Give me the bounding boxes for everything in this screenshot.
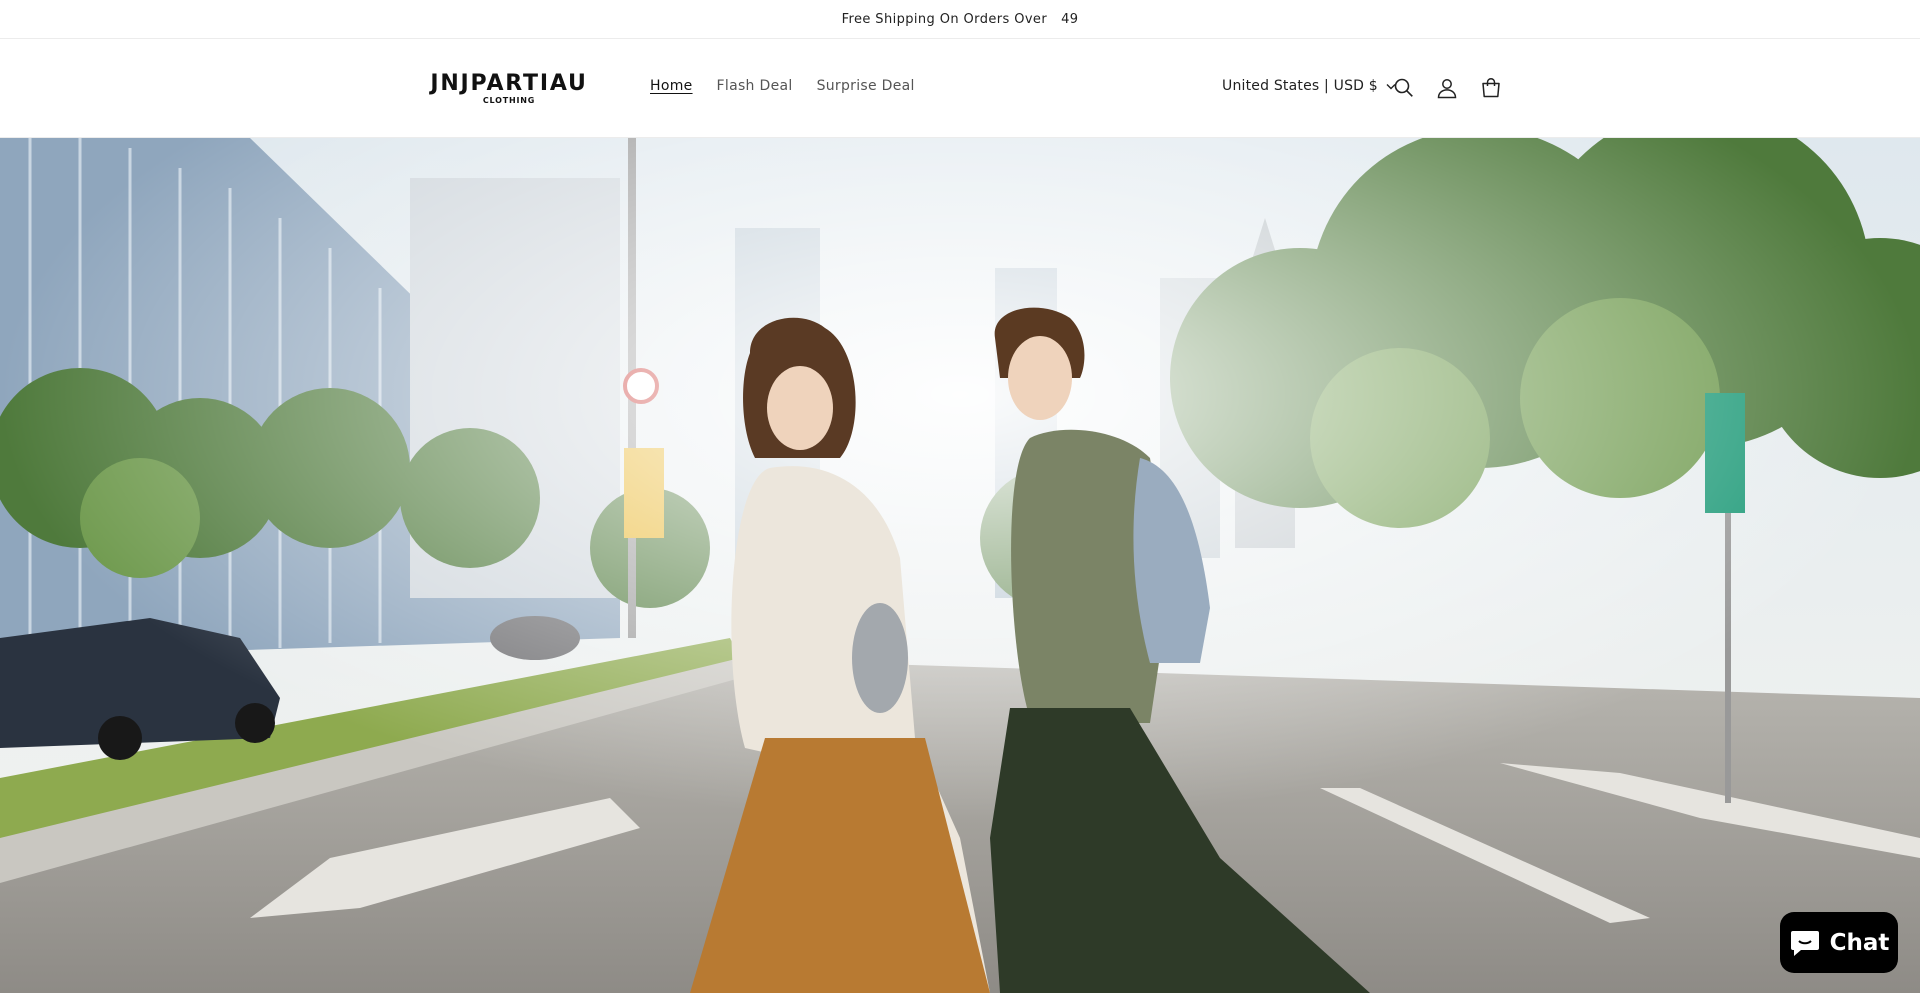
announcement-text: Free Shipping On Orders Over <box>841 11 1048 27</box>
announcement-bar: Free Shipping On Orders Over 49 <box>0 0 1920 39</box>
site-header: JNJPARTIAU CLOTHING Home Flash Deal Surp… <box>0 39 1920 138</box>
chat-button[interactable]: Chat <box>1780 912 1898 973</box>
logo-text: JNJPARTIAU <box>430 71 588 96</box>
main-nav: Home Flash Deal Surprise Deal <box>650 78 915 94</box>
nav-surprise-deal[interactable]: Surprise Deal <box>817 78 915 94</box>
chat-label: Chat <box>1829 929 1890 956</box>
logo-subtext: CLOTHING <box>482 96 536 105</box>
chat-bubble-icon <box>1790 930 1819 956</box>
account-button[interactable] <box>1434 75 1460 101</box>
nav-flash-deal[interactable]: Flash Deal <box>717 78 793 94</box>
search-button[interactable] <box>1391 75 1417 101</box>
account-icon <box>1437 79 1457 99</box>
street-scene-image <box>0 138 1920 993</box>
logo[interactable]: JNJPARTIAU CLOTHING <box>419 71 599 106</box>
search-icon <box>1394 78 1413 97</box>
hero-banner-image[interactable] <box>0 138 1920 993</box>
cart-icon <box>1482 77 1500 98</box>
locale-label: United States | USD $ <box>1222 78 1378 94</box>
cart-button[interactable] <box>1478 75 1504 101</box>
country-currency-selector[interactable]: United States | USD $ <box>1222 78 1396 94</box>
announcement-amount: 49 <box>1061 11 1079 27</box>
nav-home[interactable]: Home <box>650 78 693 94</box>
